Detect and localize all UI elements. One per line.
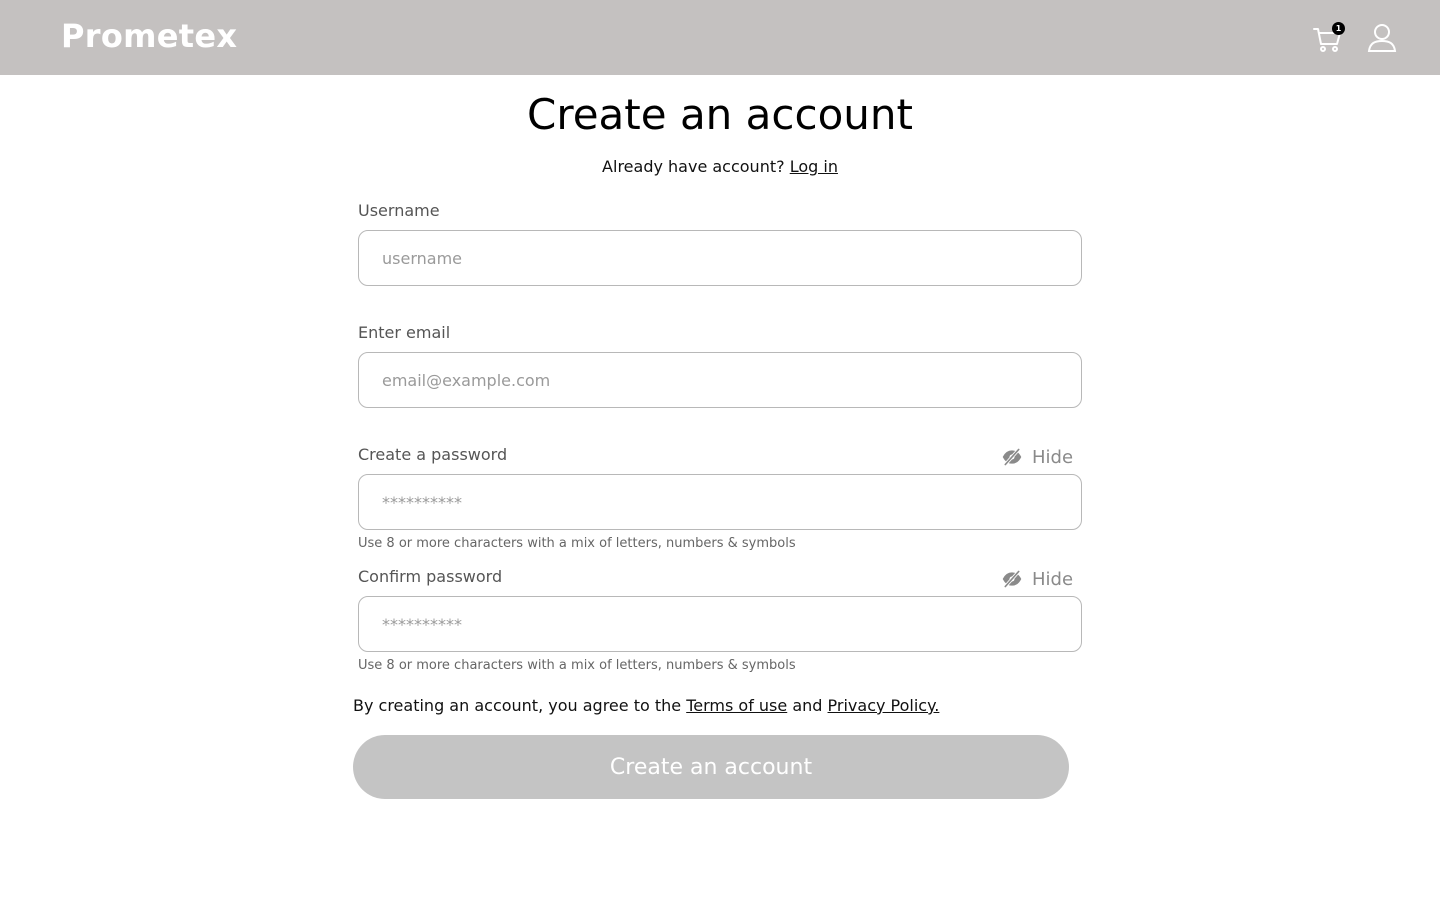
password-toggle-label: Hide	[1032, 446, 1074, 468]
create-account-button[interactable]: Create an account	[353, 735, 1069, 799]
confirm-password-input[interactable]	[358, 596, 1082, 652]
email-input[interactable]	[358, 352, 1082, 408]
username-label: Username	[358, 201, 440, 220]
terms-agreement: By creating an account, you agree to the…	[353, 696, 939, 715]
account-button[interactable]	[1366, 22, 1398, 54]
login-link[interactable]: Log in	[790, 157, 838, 176]
user-icon	[1367, 24, 1397, 52]
confirm-password-toggle-label: Hide	[1032, 568, 1074, 590]
eye-slash-icon	[1002, 447, 1022, 467]
password-hint: Use 8 or more characters with a mix of l…	[358, 536, 796, 551]
confirm-password-hint: Use 8 or more characters with a mix of l…	[358, 658, 796, 673]
confirm-password-label: Confirm password	[358, 567, 503, 586]
privacy-policy-link[interactable]: Privacy Policy.	[828, 696, 940, 715]
password-visibility-toggle[interactable]: Hide	[1002, 445, 1082, 469]
eye-slash-icon	[1002, 569, 1022, 589]
email-label: Enter email	[358, 323, 451, 342]
login-prompt-row: Already have account? Log in	[0, 157, 1440, 176]
cart-count-badge: 1	[1332, 22, 1345, 35]
confirm-password-visibility-toggle[interactable]: Hide	[1002, 567, 1082, 591]
password-input[interactable]	[358, 474, 1082, 530]
login-prompt-text: Already have account?	[602, 157, 785, 176]
terms-of-use-link[interactable]: Terms of use	[686, 696, 787, 715]
brand-logo[interactable]: Prometex	[61, 17, 237, 55]
password-label: Create a password	[358, 445, 508, 464]
agreement-conjunction: and	[792, 696, 823, 715]
username-input[interactable]	[358, 230, 1082, 286]
agreement-prefix: By creating an account, you agree to the	[353, 696, 682, 715]
page-title: Create an account	[527, 90, 913, 139]
cart-button[interactable]: 1	[1312, 22, 1346, 56]
top-navbar: Prometex 1	[0, 0, 1440, 75]
